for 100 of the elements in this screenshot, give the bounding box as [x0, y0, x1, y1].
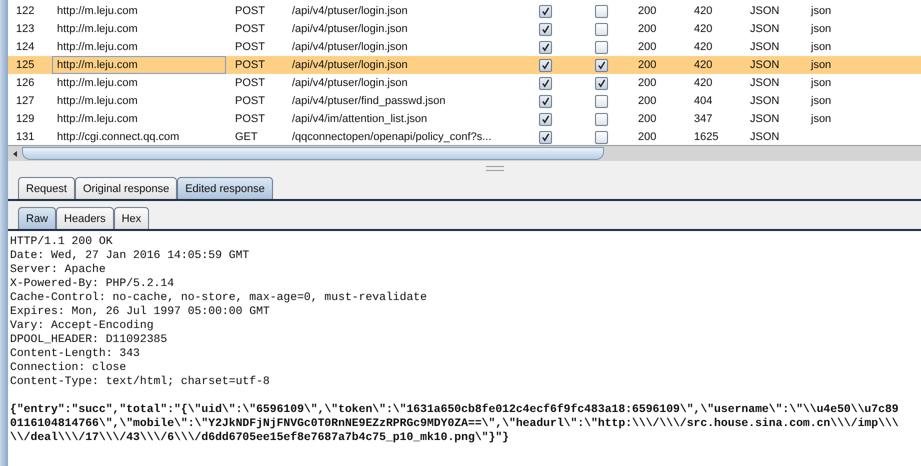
table-cell-text: JSON — [749, 59, 780, 71]
header-line: DPOOL_HEADER: D11092385 — [10, 333, 168, 347]
table-cell-text: 404 — [693, 95, 714, 107]
table-row[interactable]: 125 http://m.leju.com POST /api/v4/ptuser/login.json 200 420 JSON json — [8, 56, 921, 74]
tab[interactable]: Raw — [18, 207, 56, 229]
checkbox[interactable] — [594, 130, 608, 144]
table-cell-text: JSON — [749, 5, 780, 17]
header-line: Connection: close — [10, 361, 128, 375]
table-cell-text: json — [811, 59, 832, 71]
table-row[interactable]: 129 http://m.leju.com POST /api/v4/im/attention_list.json 200 347 JSON json — [8, 110, 921, 128]
table-cell-text: JSON — [749, 23, 780, 35]
table-cell-text: json — [811, 113, 832, 125]
checkbox[interactable] — [594, 94, 608, 108]
table-row[interactable]: 123 http://m.leju.com POST /api/v4/ptuser/login.json 200 420 JSON json — [8, 20, 921, 38]
table-cell-text: POST — [234, 113, 266, 125]
table-cell-text: http://m.leju.com — [56, 40, 139, 55]
table-cell-text: 200 — [637, 113, 658, 125]
table-cell-text: /api/v4/im/attention_list.json — [292, 113, 428, 125]
table-cell-text: JSON — [749, 95, 780, 107]
table-cell-text: 122 — [15, 5, 36, 17]
checkbox[interactable] — [538, 94, 552, 108]
table-cell: http://m.leju.com — [52, 56, 226, 74]
table-cell-text: 420 — [693, 59, 714, 71]
table-cell-text: POST — [234, 95, 266, 107]
body-line: \\/deal\\\/17\\\/43\\\/6\\\/d6dd6705ee15ef8e7687a7b4c75_p10_mk10.png\"}"} — [10, 431, 510, 445]
table-cell-text: json — [811, 77, 832, 89]
table-cell-text: json — [811, 95, 832, 107]
table-cell-text: 200 — [637, 23, 658, 35]
table-cell-text: http://m.leju.com — [56, 76, 139, 91]
body-line: 0116104814766\",\"mobile\":\"Y2JkNDFjNjFNVGc0T0RnNE9EZzRPRGc9MDY0ZA==\",\"headurl\":\"http:\\\/\\\/src.house.sina.com.cn\\\/imp\\\ — [10, 417, 900, 431]
checkbox[interactable] — [538, 58, 552, 72]
horizontal-scrollbar[interactable] — [8, 145, 921, 161]
checkbox[interactable] — [594, 112, 608, 126]
table-row[interactable]: 126 http://m.leju.com POST /api/v4/ptuser/login.json 200 420 JSON json — [8, 74, 921, 92]
table-cell-text: 200 — [637, 77, 658, 89]
table-cell-text: /qqconnectopen/openapi/policy_conf?s... — [292, 131, 492, 143]
checkbox[interactable] — [538, 40, 552, 54]
table-cell-text: POST — [234, 59, 266, 71]
table-cell-text: 420 — [693, 77, 714, 89]
table-cell-text: JSON — [749, 113, 780, 125]
table-cell-text: json — [811, 23, 832, 35]
table-cell-text: json — [811, 5, 832, 17]
checkbox[interactable] — [538, 130, 552, 144]
checkbox[interactable] — [594, 40, 608, 54]
checkbox[interactable] — [594, 4, 608, 18]
table-cell-text: GET — [234, 131, 259, 143]
checkbox[interactable] — [538, 4, 552, 18]
table-row[interactable]: 131 http://cgi.connect.qq.com GET /qqconnectopen/openapi/policy_conf?s... 200 1625 JSON — [8, 128, 921, 146]
header-line: Content-Type: text/html; charset=utf-8 — [10, 375, 271, 389]
scroll-thumb[interactable] — [22, 147, 604, 160]
header-line: Expires: Mon, 26 Jul 1997 05:00:00 GMT — [10, 305, 271, 319]
table-cell-text: http://m.leju.com — [56, 94, 139, 109]
table-row[interactable]: 127 http://m.leju.com POST /api/v4/ptuser/find_passwd.json 200 404 JSON json — [8, 92, 921, 110]
table-cell-text: 200 — [637, 59, 658, 71]
tab[interactable]: Headers — [56, 207, 114, 229]
table-cell-text: 200 — [637, 5, 658, 17]
header-line: Date: Wed, 27 Jan 2016 14:05:59 GMT — [10, 249, 250, 263]
table-cell-text: POST — [234, 41, 266, 53]
header-line: Vary: Accept-Encoding — [10, 319, 155, 333]
table-cell-text: 123 — [15, 23, 36, 35]
tab[interactable]: Edited response — [177, 177, 273, 199]
table-row[interactable]: 124 http://m.leju.com POST /api/v4/ptuser/login.json 200 420 JSON json — [8, 38, 921, 56]
checkbox[interactable] — [594, 76, 608, 90]
body-line: {"entry":"succ","total":"{\"uid\":\"6596109\",\"token\":\"1631a650cb8fe012c4ecf6f9fc483a18:6596109\",\"username\":\"\\u4e50\\u7c89 — [10, 403, 900, 417]
table-cell-text: http://m.leju.com — [56, 112, 139, 127]
header-line: X-Powered-By: PHP/5.2.14 — [10, 277, 176, 291]
checkbox[interactable] — [594, 58, 608, 72]
table-cell-text: http://m.leju.com — [56, 4, 139, 19]
table-cell-text: 126 — [15, 77, 36, 89]
header-line: Server: Apache — [10, 263, 107, 277]
table-cell-text: /api/v4/ptuser/login.json — [292, 77, 409, 89]
table-cell-text: 129 — [15, 113, 36, 125]
table-cell-text: POST — [234, 77, 266, 89]
checkbox[interactable] — [538, 22, 552, 36]
table-cell-text: 420 — [693, 23, 714, 35]
checkbox[interactable] — [538, 112, 552, 126]
header-line: Cache-Control: no-cache, no-store, max-age=0, must-revalidate — [10, 291, 428, 305]
table-cell-text: POST — [234, 5, 266, 17]
table-row[interactable]: 122 http://m.leju.com POST /api/v4/ptuser/login.json 200 420 JSON json — [8, 2, 921, 20]
table-cell-text: 420 — [693, 5, 714, 17]
table-cell-text: /api/v4/ptuser/login.json — [292, 5, 409, 17]
table-cell-text: /api/v4/ptuser/login.json — [292, 41, 409, 53]
table-cell-text: /api/v4/ptuser/find_passwd.json — [292, 95, 446, 107]
table-cell-text: 200 — [637, 95, 658, 107]
table-cell-text: JSON — [749, 41, 780, 53]
checkbox[interactable] — [594, 22, 608, 36]
tab[interactable]: Original response — [74, 177, 178, 199]
table-cell-text: JSON — [749, 77, 780, 89]
table-cell-text: 347 — [693, 113, 714, 125]
table-cell-text: JSON — [749, 131, 780, 143]
table-cell-text: 200 — [637, 41, 658, 53]
table-cell-text: http://cgi.connect.qq.com — [56, 130, 180, 145]
tab[interactable]: Hex — [114, 207, 150, 229]
table-cell-text: /api/v4/ptuser/login.json — [292, 23, 409, 35]
table-cell-text: 1625 — [693, 131, 720, 143]
table-cell-text: 125 — [15, 59, 36, 71]
checkbox[interactable] — [538, 76, 552, 90]
splitter-handle[interactable] — [486, 166, 504, 170]
table-cell-text: /api/v4/ptuser/login.json — [292, 59, 409, 71]
tab[interactable]: Request — [18, 177, 75, 199]
